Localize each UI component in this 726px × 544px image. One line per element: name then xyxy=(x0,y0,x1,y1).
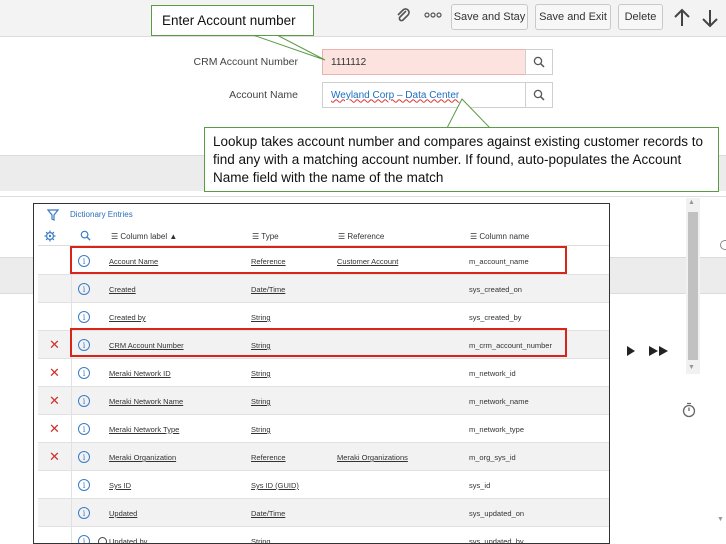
callout-connectors xyxy=(249,33,492,129)
enter-account-callout: Enter Account number xyxy=(151,5,314,36)
screenshot-root: Save and Stay Save and Exit Delete CRM A… xyxy=(0,0,726,544)
lookup-explanation-callout: Lookup takes account number and compares… xyxy=(204,127,719,192)
